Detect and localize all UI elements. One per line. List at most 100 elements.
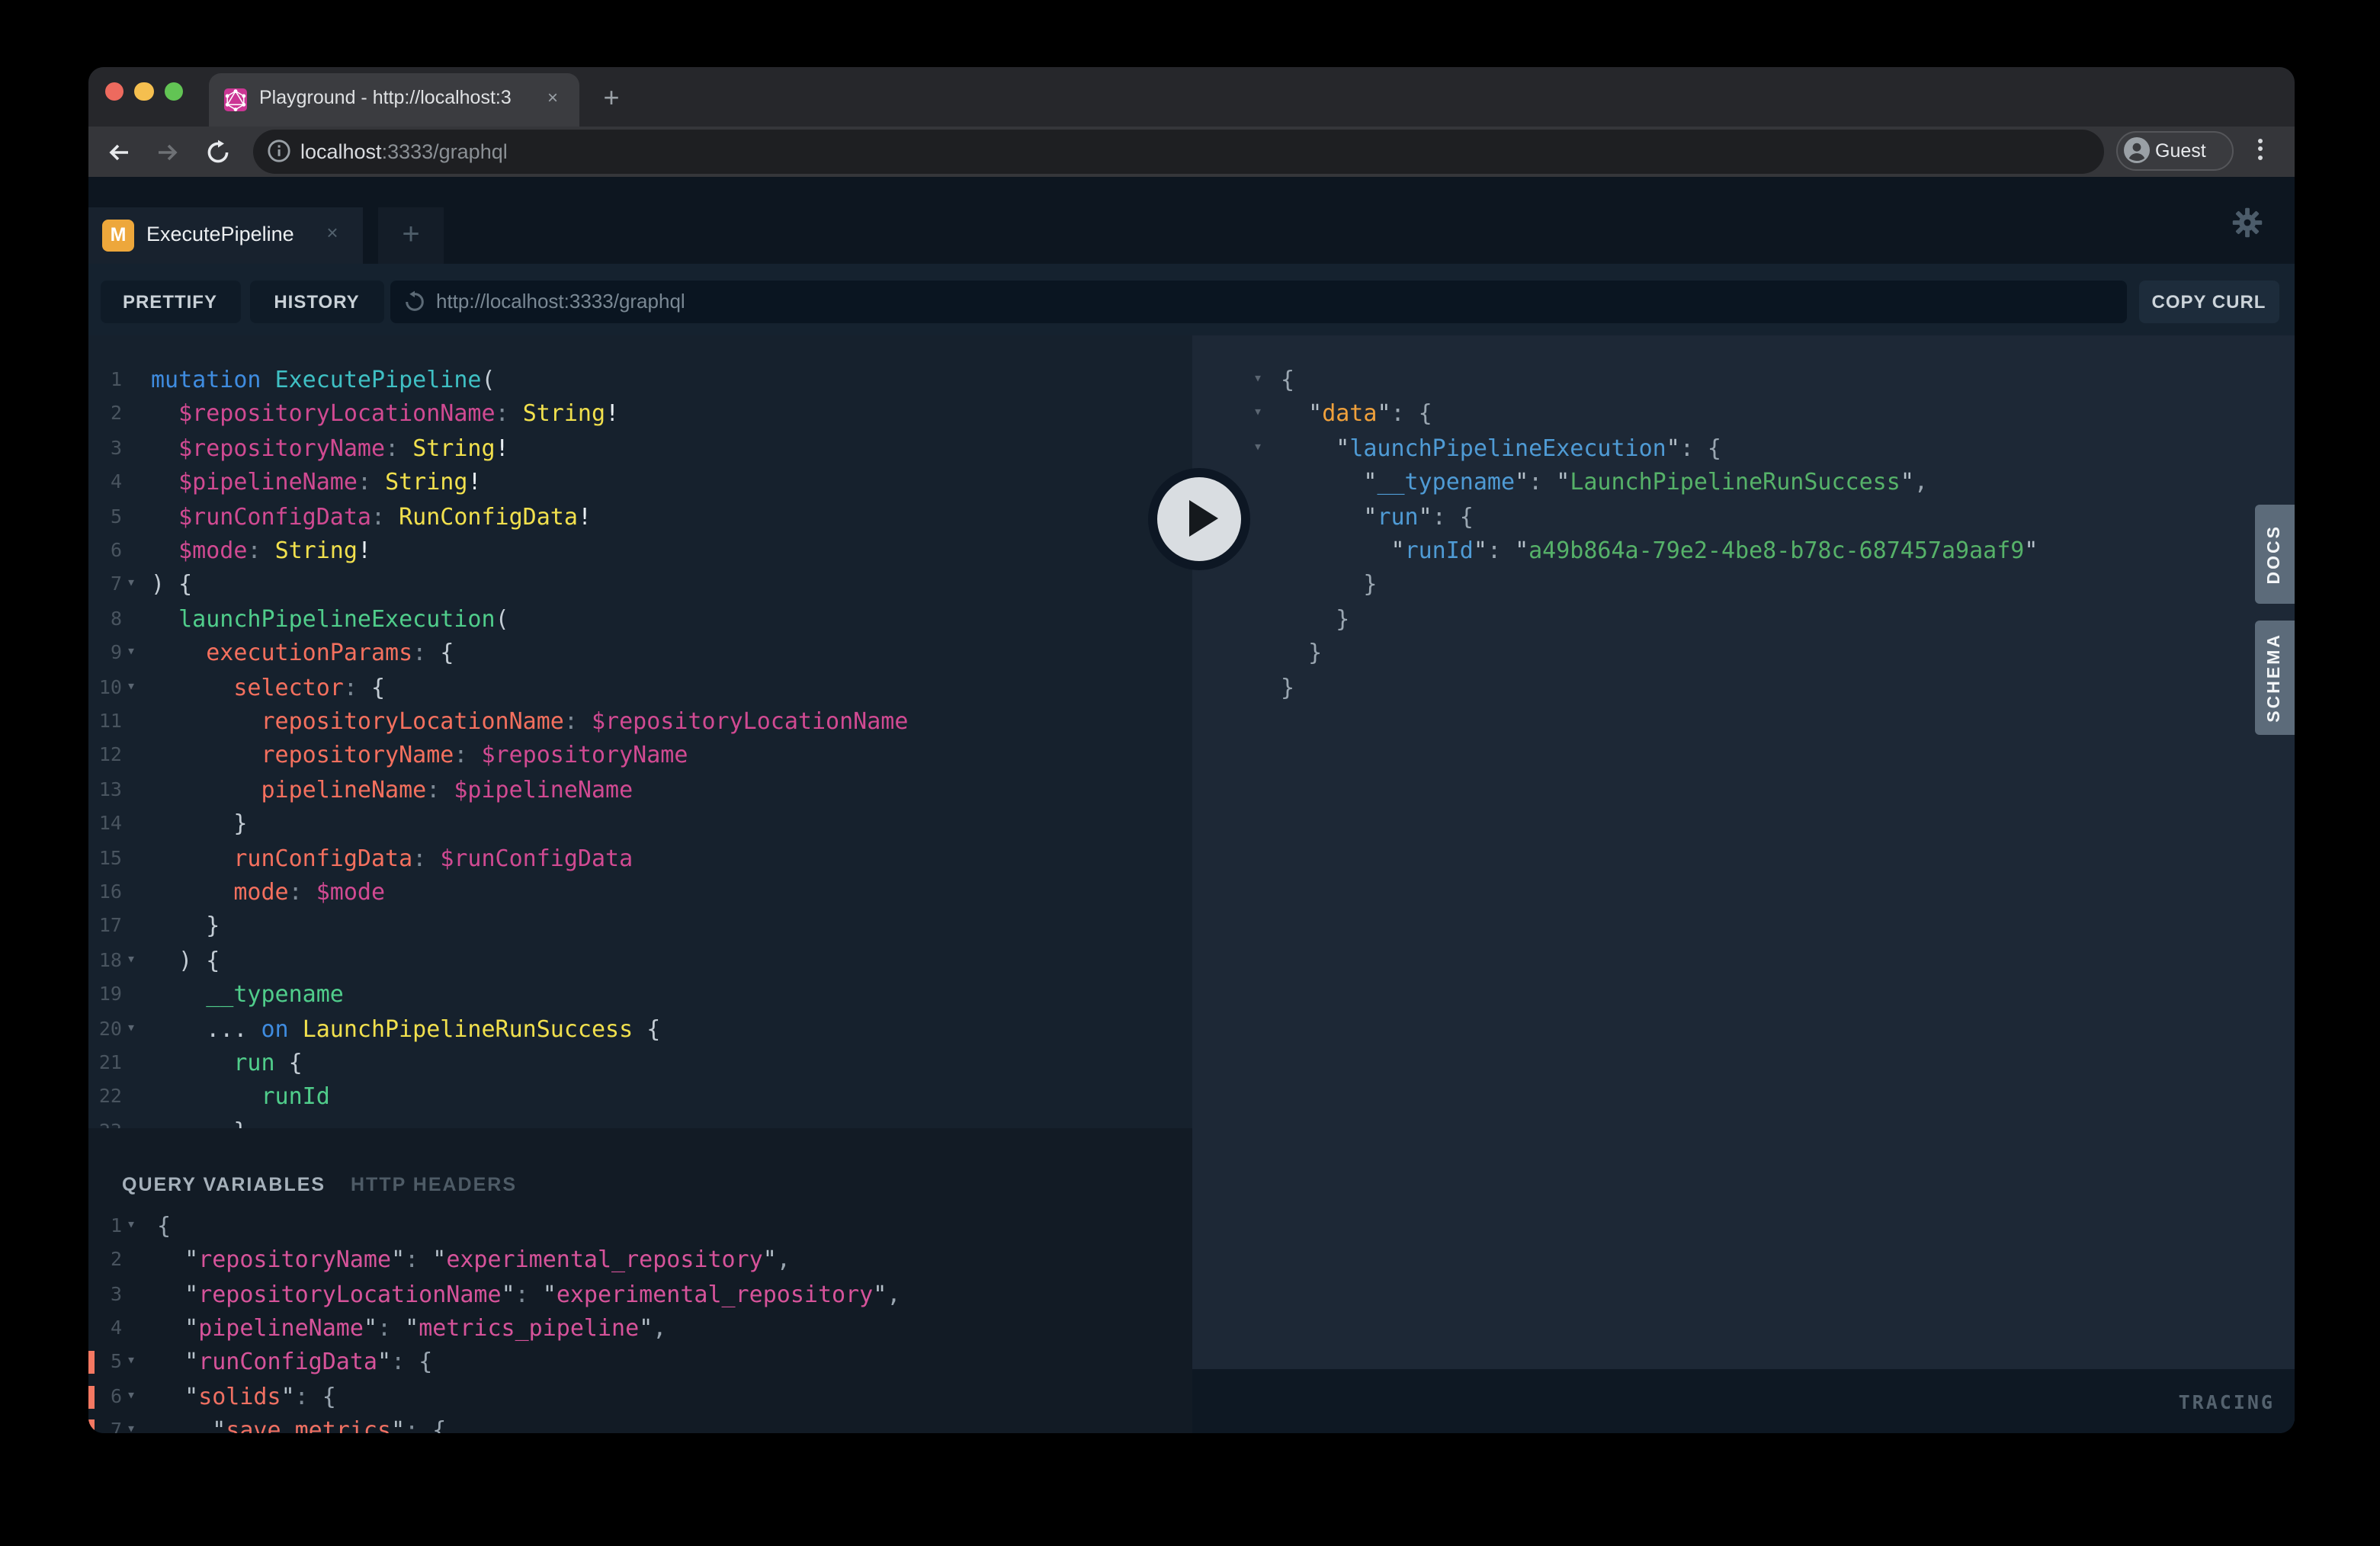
code-line[interactable]: 17 } [88,909,1192,944]
fold-arrow-icon[interactable]: ▾ [127,636,136,670]
code-line[interactable]: 6 $mode: String! [88,534,1192,568]
code-line[interactable]: 2 "repositoryName": "experimental_reposi… [88,1243,1192,1277]
fold-arrow-icon[interactable]: ▾ [1253,431,1262,466]
fold-arrow-icon[interactable]: ▾ [127,670,136,704]
tab-close-icon[interactable]: × [540,85,565,110]
execute-query-button[interactable] [1147,467,1249,569]
address-bar[interactable]: localhost:3333/graphql [253,129,2104,173]
code-line[interactable]: "runId": "a49b864a-79e2-4be8-b78c-687457… [1192,534,2295,568]
code-line[interactable]: 19 __typename [88,977,1192,1012]
code-token [151,502,178,530]
close-window-button[interactable] [105,82,124,101]
new-tab-button[interactable]: + [596,84,627,114]
code-line[interactable]: 1▾{ [88,1209,1192,1243]
code-token: runId [261,1083,330,1111]
code-line[interactable]: "run": { [1192,499,2295,534]
profile-button[interactable]: Guest [2115,131,2233,170]
code-line[interactable]: ▾ "data": { [1192,397,2295,431]
new-session-button[interactable]: + [378,207,444,265]
schema-tab[interactable]: SCHEMA [2255,620,2295,734]
code-line[interactable]: } [1192,602,2295,637]
code-line[interactable]: } [1192,636,2295,670]
fold-arrow-icon[interactable]: ▾ [1253,397,1262,431]
code-token: , [653,1314,666,1342]
docs-tab[interactable]: DOCS [2255,505,2295,604]
code-line[interactable]: ▾{ [1192,363,2295,397]
copy-curl-button[interactable]: COPY CURL [2138,281,2279,323]
code-token [151,913,206,940]
code-line[interactable]: } [1192,670,2295,704]
code-line[interactable]: 15 runConfigData: $runConfigData [88,841,1192,875]
code-line[interactable]: 3 "repositoryLocationName": "experimenta… [88,1277,1192,1311]
zoom-window-button[interactable] [165,82,184,101]
browser-tab[interactable]: Playground - http://localhost:3 × [208,73,579,126]
code-line[interactable]: 4 "pipelineName": "metrics_pipeline", [88,1311,1192,1346]
code-line[interactable]: 3 $repositoryName: String! [88,431,1192,466]
fold-arrow-icon[interactable]: ▾ [1253,363,1262,397]
code-text: launchPipelineExecution( [151,602,509,637]
code-text: "runId": "a49b864a-79e2-4be8-b78c-687457… [1281,534,2038,568]
tab-http-headers[interactable]: HTTP HEADERS [351,1173,517,1195]
code-line[interactable]: 18▾ ) { [88,944,1192,978]
code-token: mutation [151,366,275,393]
code-line[interactable]: 2 $repositoryLocationName: String! [88,397,1192,431]
code-token: " [1556,468,1570,496]
code-line[interactable]: 16 mode: $mode [88,875,1192,909]
tracing-label[interactable]: TRACING [2179,1390,2275,1413]
tab-query-variables[interactable]: QUERY VARIABLES [122,1173,326,1195]
code-token: ! [358,537,371,564]
settings-gear-icon[interactable] [2230,206,2263,239]
code-line[interactable]: 7▾ "save_metrics": { [88,1413,1192,1433]
code-line[interactable]: 11 repositoryLocationName: $repositoryLo… [88,704,1192,739]
minimize-window-button[interactable] [135,82,154,101]
query-editor[interactable]: 1mutation ExecutePipeline(2 $repositoryL… [88,335,1192,1128]
code-line[interactable]: 9▾ executionParams: { [88,636,1192,670]
code-token: experimental_repository [557,1280,873,1307]
fold-arrow-icon[interactable]: ▾ [127,1346,136,1380]
reload-icon[interactable] [204,138,231,165]
code-line[interactable]: 22 runId [88,1080,1192,1115]
fold-arrow-icon[interactable]: ▾ [127,1012,136,1046]
code-token: : [412,639,440,666]
site-info-icon[interactable] [266,139,290,163]
code-line[interactable]: 10▾ selector: { [88,670,1192,704]
code-line[interactable]: 8 launchPipelineExecution( [88,602,1192,637]
code-line[interactable]: 5▾ "runConfigData": { [88,1346,1192,1380]
fold-arrow-icon[interactable]: ▾ [127,1209,136,1243]
code-text: } [151,807,247,841]
code-line[interactable]: 4 $pipelineName: String! [88,465,1192,499]
code-line[interactable]: } [1192,568,2295,602]
forward-icon[interactable] [154,138,181,165]
code-line[interactable]: 21 run { [88,1046,1192,1080]
code-token: : [344,673,371,701]
code-line[interactable]: 1mutation ExecutePipeline( [88,363,1192,397]
code-line[interactable]: 7▾) { [88,568,1192,602]
session-close-icon[interactable]: × [320,220,345,245]
code-text: $pipelineName: String! [151,465,482,499]
session-tab-executepipeline[interactable]: M ExecutePipeline × [88,207,363,265]
code-line[interactable]: ▾ "launchPipelineExecution": { [1192,431,2295,466]
code-line[interactable]: 20▾ ... on LaunchPipelineRunSuccess { [88,1012,1192,1046]
browser-menu-icon[interactable] [2256,138,2265,165]
code-line[interactable]: 5 $runConfigData: RunConfigData! [88,499,1192,534]
fold-arrow-icon[interactable]: ▾ [127,568,136,602]
code-token: { [440,639,454,666]
back-icon[interactable] [105,138,133,165]
reload-schema-icon[interactable] [403,290,427,314]
code-line[interactable]: 6▾ "solids": { [88,1380,1192,1414]
code-line[interactable]: 14 } [88,807,1192,841]
fold-arrow-icon[interactable]: ▾ [127,1380,136,1414]
code-line[interactable]: 23 } [88,1115,1192,1128]
line-number: 4 [88,465,122,499]
code-token: : [564,707,592,735]
endpoint-input[interactable]: http://localhost:3333/graphql [390,281,2127,323]
code-line[interactable]: 12 repositoryName: $repositoryName [88,739,1192,773]
fold-arrow-icon[interactable]: ▾ [127,944,136,978]
code-line[interactable]: "__typename": "LaunchPipelineRunSuccess"… [1192,465,2295,499]
code-token: " [184,1349,198,1376]
history-button[interactable]: HISTORY [250,281,383,323]
fold-arrow-icon[interactable]: ▾ [127,1413,136,1433]
prettify-button[interactable]: PRETTIFY [100,281,240,323]
code-line[interactable]: 13 pipelineName: $pipelineName [88,773,1192,807]
code-token: ! [467,468,481,496]
